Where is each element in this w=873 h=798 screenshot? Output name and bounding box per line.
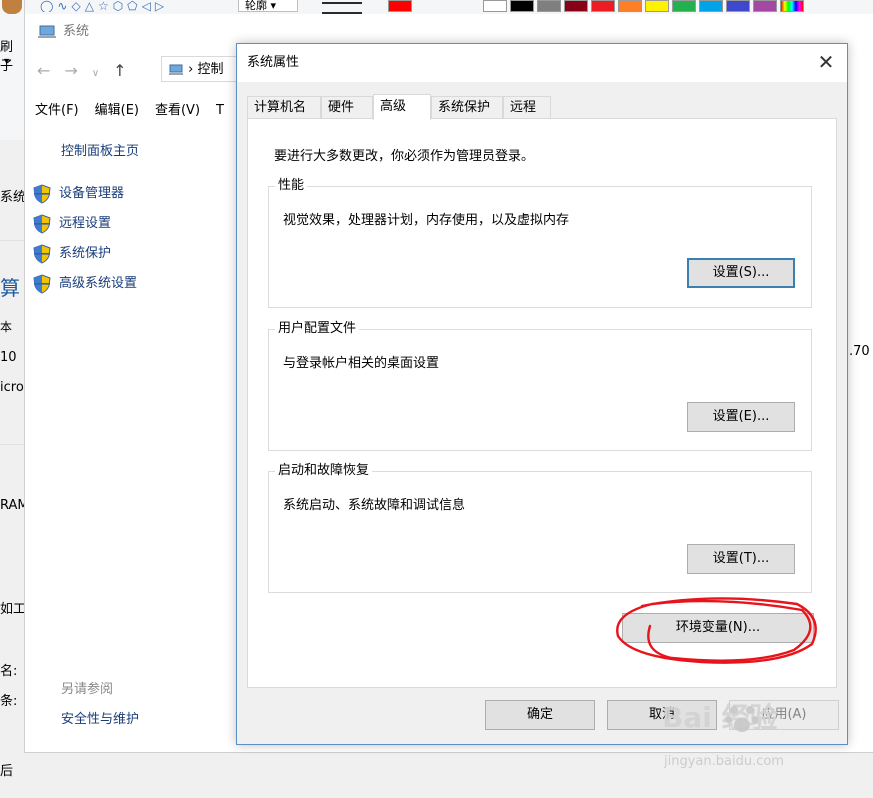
menu-edit[interactable]: 编辑(E) [95,103,139,118]
close-icon[interactable]: ✕ [815,52,837,74]
admin-note: 要进行大多数更改，你必须作为管理员登录。 [274,149,535,164]
paw-icon [725,706,759,732]
user-profiles-group: 用户配置文件 与登录帐户相关的桌面设置 设置(E)... [268,321,812,451]
menu-file[interactable]: 文件(F) [35,103,79,118]
address-bar[interactable]: › 控制 [161,56,241,82]
menu-tools[interactable]: T [216,103,224,118]
sidebar-item-device-manager[interactable]: 设备管理器 [33,182,137,212]
environment-variables-button[interactable]: 环境变量(N)... [622,613,814,643]
outline-dropdown[interactable]: 轮廓 ▾ [238,0,298,12]
color-swatch[interactable] [672,0,696,12]
system-window-title: 系统 [37,22,89,42]
startup-recovery-group: 启动和故障恢复 系统启动、系统故障和调试信息 设置(T)... [268,463,812,593]
group-label: 性能 [275,178,308,194]
dialog-titlebar[interactable]: 系统属性 ✕ [237,44,847,82]
advanced-tab-panel: 要进行大多数更改，你必须作为管理员登录。 性能 视觉效果，处理器计划，内存使用，… [247,118,837,688]
group-label: 启动和故障恢复 [275,463,373,479]
color-swatch[interactable] [726,0,750,12]
sidebar-links: 设备管理器 远程设置 系统保护 高级系统设置 [33,182,137,302]
sidebar-item-advanced-settings[interactable]: 高级系统设置 [33,272,137,302]
nav-buttons: ← → ∨ ↑ [37,60,141,82]
peek-text: 本 [0,320,13,334]
color-swatch[interactable] [537,0,561,12]
color-swatch[interactable] [388,0,412,12]
color-swatch[interactable] [564,0,588,12]
peek-text: 10 [0,350,17,365]
sidebar-item-remote-settings[interactable]: 远程设置 [33,212,137,242]
color-swatch[interactable] [591,0,615,12]
tab-advanced[interactable]: 高级 [373,94,431,120]
peek-text: 算 [0,276,20,300]
recent-chevron-icon[interactable]: ∨ [92,63,99,85]
system-window-title-text: 系统 [63,24,90,39]
peek-text: 后 [0,764,14,779]
tab-system-protection[interactable]: 系统保护 [431,96,503,118]
color-swatch[interactable] [780,0,804,12]
color-swatch[interactable] [699,0,723,12]
tab-remote[interactable]: 远程 [503,96,551,118]
peek-text: 名: [0,664,18,679]
peek-text: 系统 [0,190,27,205]
paint-brush-panel: 刷子 ▾ [0,0,25,140]
see-also-heading: 另请参阅 [61,682,114,697]
sidebar-item-label: 高级系统设置 [59,276,138,291]
sidebar-item-label: 设备管理器 [59,186,125,201]
performance-group: 性能 视觉效果，处理器计划，内存使用，以及虚拟内存 设置(S)... [268,178,812,308]
computer-icon [169,64,183,75]
peek-text: 条: [0,694,18,709]
menu-bar: 文件(F) 编辑(E) 查看(V) T [35,100,240,122]
peek-text: .70 [849,344,870,359]
color-swatch[interactable] [753,0,777,12]
ok-button[interactable]: 确定 [485,700,595,730]
group-label: 用户配置文件 [275,321,360,337]
divider [0,444,24,445]
address-text: 控制 [197,62,224,77]
color-swatch[interactable] [645,0,669,12]
group-description: 系统启动、系统故障和调试信息 [283,498,466,513]
color-swatch[interactable] [510,0,534,12]
menu-view[interactable]: 查看(V) [155,103,200,118]
shield-icon [33,273,51,294]
peek-text: 如工 [0,602,27,617]
dialog-title: 系统属性 [247,55,300,70]
up-arrow-icon[interactable]: ↑ [113,60,126,82]
system-properties-dialog: 系统属性 ✕ 计算机名 硬件 高级 系统保护 远程 要进行大多数更改，你必须作为… [236,43,848,745]
outline-label: 轮廓 [245,0,267,12]
shapes-gallery[interactable]: ◯∿◇△☆⬡⬠◁▷ [40,0,220,12]
watermark-url: jingyan.baidu.com [664,754,784,769]
shield-icon [33,243,51,264]
brush-label: 刷子 [0,40,14,74]
peek-text: icro [0,380,24,395]
color-swatch[interactable] [618,0,642,12]
performance-settings-button[interactable]: 设置(S)... [687,258,795,288]
security-maintenance-link[interactable]: 安全性与维护 [61,708,139,727]
watermark-brand: Bai 经验 [662,701,778,734]
startup-recovery-settings-button[interactable]: 设置(T)... [687,544,795,574]
control-panel-home-link[interactable]: 控制面板主页 [61,140,139,159]
shield-icon [33,183,51,204]
group-description: 视觉效果，处理器计划，内存使用，以及虚拟内存 [283,213,570,228]
paint-toolbar: ◯∿◇△☆⬡⬠◁▷ 轮廓 ▾ [0,0,873,15]
chevron-right-icon: › [188,62,194,77]
sidebar-item-label: 远程设置 [59,216,112,231]
shield-icon [33,213,51,234]
divider [0,240,24,241]
forward-arrow-icon[interactable]: → [64,60,77,82]
back-arrow-icon[interactable]: ← [37,60,50,82]
user-profiles-settings-button[interactable]: 设置(E)... [687,402,795,432]
brush-icon[interactable] [2,0,22,14]
tab-hardware[interactable]: 硬件 [321,96,373,118]
sidebar-item-label: 系统保护 [59,246,112,261]
sidebar-item-system-protection[interactable]: 系统保护 [33,242,137,272]
baidu-watermark: Bai 经验 jingyan.baidu.com [662,696,862,776]
computer-icon [38,25,56,38]
tab-computer-name[interactable]: 计算机名 [247,96,321,118]
dropdown-arrow-icon[interactable]: ▾ [4,56,9,67]
group-description: 与登录帐户相关的桌面设置 [283,356,440,371]
color-swatch[interactable] [483,0,507,12]
